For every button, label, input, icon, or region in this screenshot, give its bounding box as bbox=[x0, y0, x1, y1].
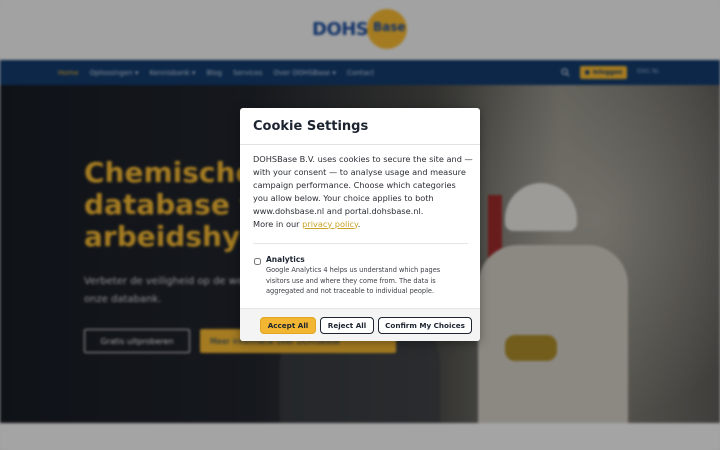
cookie-body-text: DOHSBase B.V. uses cookies to secure the… bbox=[253, 154, 473, 216]
section-divider bbox=[253, 243, 468, 244]
analytics-description: Google Analytics 4 helps us understand w… bbox=[266, 266, 441, 296]
confirm-choices-button[interactable]: Confirm My Choices bbox=[378, 317, 472, 334]
more-suffix: . bbox=[357, 218, 361, 229]
dialog-divider bbox=[240, 144, 480, 145]
more-prefix: More in our bbox=[253, 218, 303, 229]
analytics-title: Analytics bbox=[266, 255, 305, 264]
reject-all-button[interactable]: Reject All bbox=[320, 317, 374, 334]
dialog-title: Cookie Settings bbox=[253, 119, 369, 134]
dialog-footer: Accept All Reject All Confirm My Choices bbox=[240, 308, 480, 341]
cookie-description: DOHSBase B.V. uses cookies to secure the… bbox=[253, 153, 473, 230]
analytics-checkbox[interactable] bbox=[254, 258, 261, 265]
accept-all-button[interactable]: Accept All bbox=[260, 317, 316, 334]
privacy-policy-link[interactable]: privacy policy bbox=[302, 219, 358, 229]
cookie-settings-dialog: Cookie Settings DOHSBase B.V. uses cooki… bbox=[240, 108, 480, 341]
